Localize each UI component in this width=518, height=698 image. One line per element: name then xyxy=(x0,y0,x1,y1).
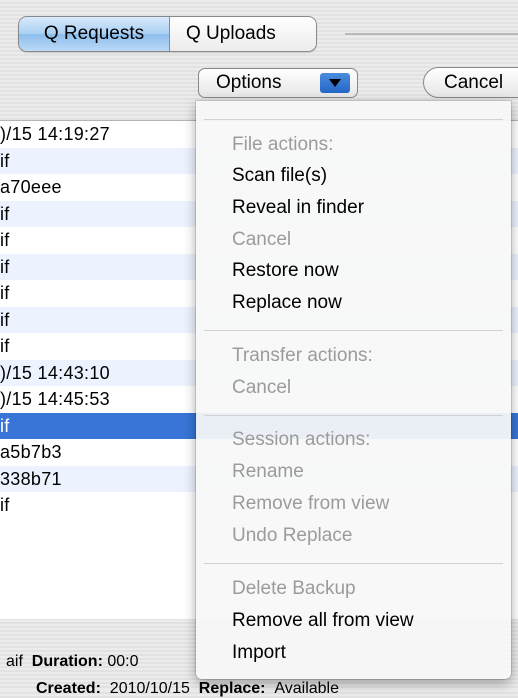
replace-value: Available xyxy=(274,680,339,697)
tab-q-requests[interactable]: Q Requests xyxy=(19,17,170,51)
created-value: 2010/10/15 xyxy=(109,680,190,697)
menu-header-transfer-actions: Transfer actions: xyxy=(232,345,373,366)
options-popup-button[interactable]: Options xyxy=(198,68,358,98)
details-line-duration: aif Duration: 00:0 xyxy=(6,653,139,671)
menu-separator xyxy=(204,119,503,120)
options-label: Options xyxy=(216,72,282,93)
menu-item-file-cancel: Cancel xyxy=(232,229,292,250)
toolbar-divider xyxy=(345,33,518,35)
menu-item-replace-now[interactable]: Replace now xyxy=(232,292,342,314)
menu-separator xyxy=(204,330,503,331)
menu-item-reveal-in-finder[interactable]: Reveal in finder xyxy=(232,197,364,219)
menu-item-undo-replace: Undo Replace xyxy=(232,525,353,546)
options-menu: File actions: Scan file(s) Reveal in fin… xyxy=(196,101,511,679)
created-label: Created: xyxy=(36,680,101,697)
details-prefix: aif xyxy=(6,653,23,670)
tab-bar: Q Requests Q Uploads xyxy=(18,16,317,52)
duration-label: Duration: xyxy=(31,653,103,670)
replace-label: Replace: xyxy=(198,680,266,697)
menu-item-restore-now[interactable]: Restore now xyxy=(232,260,339,282)
menu-item-import[interactable]: Import xyxy=(232,642,286,664)
tab-q-uploads[interactable]: Q Uploads xyxy=(170,17,316,51)
menu-item-transfer-cancel: Cancel xyxy=(232,377,292,398)
menu-item-delete-backup: Delete Backup xyxy=(232,578,356,599)
menu-item-remove-from-view: Remove from view xyxy=(232,493,390,514)
menu-separator xyxy=(204,415,503,416)
menu-header-session-actions: Session actions: xyxy=(232,429,371,450)
duration-value: 00:0 xyxy=(107,653,139,670)
details-line-created: Created: 2010/10/15 Replace: Available xyxy=(36,680,339,698)
menu-header-file-actions: File actions: xyxy=(232,134,334,155)
chevron-down-icon xyxy=(320,73,350,93)
menu-separator xyxy=(204,563,503,564)
menu-item-scan-files[interactable]: Scan file(s) xyxy=(232,165,327,187)
menu-item-rename: Rename xyxy=(232,461,304,482)
cancel-button[interactable]: Cancel xyxy=(423,67,518,98)
menu-item-remove-all-from-view[interactable]: Remove all from view xyxy=(232,610,414,632)
